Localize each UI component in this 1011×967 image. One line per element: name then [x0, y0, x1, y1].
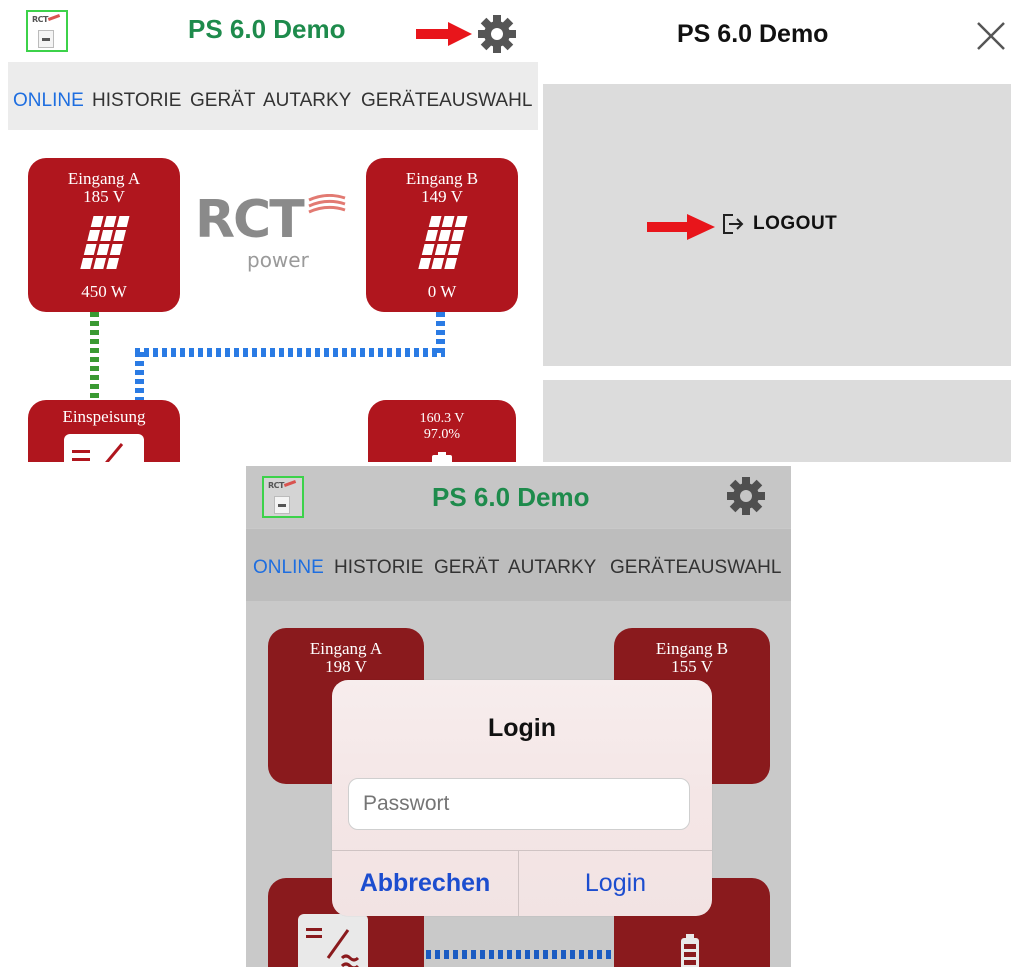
- close-icon[interactable]: [975, 20, 1007, 52]
- logout-label: LOGOUT: [753, 213, 838, 234]
- rct-logo: RCT power: [195, 190, 346, 272]
- gear-icon[interactable]: [477, 14, 517, 54]
- tile-label: Eingang A: [67, 169, 141, 188]
- tab-geraet[interactable]: GERÄT: [190, 90, 255, 112]
- tab-autarky[interactable]: AUTARKY: [263, 90, 351, 112]
- brand-stripes: [308, 194, 346, 214]
- tile-label: Eingang B: [405, 169, 479, 188]
- brand-name: RCT: [195, 190, 305, 250]
- screen-login-dialog: RCT PS 6.0 Demo ONLINE HISTORIE GERÄT AU…: [246, 466, 791, 967]
- login-button[interactable]: Login: [519, 851, 712, 916]
- red-arrow-icon: [647, 214, 715, 240]
- tile-eingang-b[interactable]: Eingang B 149 V 0 W: [366, 158, 518, 312]
- red-arrow-icon: [416, 22, 472, 46]
- flow-line-green: [90, 312, 99, 402]
- tile-voltage: 185 V: [83, 187, 125, 206]
- cancel-button[interactable]: Abbrechen: [332, 851, 518, 916]
- battery-soc: 97.0%: [423, 427, 461, 442]
- tile-power: 0 W: [427, 282, 457, 301]
- tile-label: Einspeisung: [62, 407, 146, 426]
- password-field[interactable]: [348, 778, 690, 830]
- tile-eingang-a[interactable]: Eingang A 185 V 450 W: [28, 158, 180, 312]
- screen-settings-sheet: PS 6.0 Demo LOGOUT: [543, 0, 1011, 462]
- flow-line-blue: [135, 348, 445, 357]
- logout-icon: [723, 214, 744, 234]
- dialog-title: Login: [487, 714, 557, 742]
- solar-panel-icon: [418, 216, 468, 269]
- battery-icon: [432, 452, 452, 462]
- screen-online-settings-hint: RCT PS 6.0 Demo ONLINE HISTORIE GERÄT AU…: [0, 0, 540, 462]
- tab-bar: ONLINE HISTORIE GERÄT AUTARKY GERÄTEAUSW…: [8, 62, 538, 130]
- tile-battery[interactable]: 160.3 V 97.0%: [368, 400, 516, 462]
- brand-sub: power: [247, 248, 309, 272]
- tile-einspeisung[interactable]: Einspeisung: [28, 400, 180, 462]
- logout-button[interactable]: LOGOUT: [721, 213, 837, 235]
- device-logo[interactable]: RCT: [26, 10, 68, 52]
- inverter-icon: [64, 434, 144, 462]
- flow-line-blue: [135, 352, 144, 402]
- solar-panel-icon: [80, 216, 130, 269]
- app-title: PS 6.0 Demo: [188, 14, 346, 44]
- tab-online[interactable]: ONLINE: [13, 90, 84, 112]
- sheet-title: PS 6.0 Demo: [677, 20, 829, 48]
- tab-geraeteauswahl[interactable]: GERÄTEAUSWAHL: [361, 90, 532, 112]
- tile-power: 450 W: [81, 282, 127, 301]
- login-dialog: Login Abbrechen Login: [332, 680, 712, 916]
- tile-voltage: 149 V: [421, 187, 463, 206]
- flow-line-blue: [436, 312, 445, 357]
- settings-section: [543, 380, 1011, 462]
- app-header: RCT PS 6.0 Demo: [0, 0, 540, 62]
- tab-historie[interactable]: HISTORIE: [92, 90, 181, 112]
